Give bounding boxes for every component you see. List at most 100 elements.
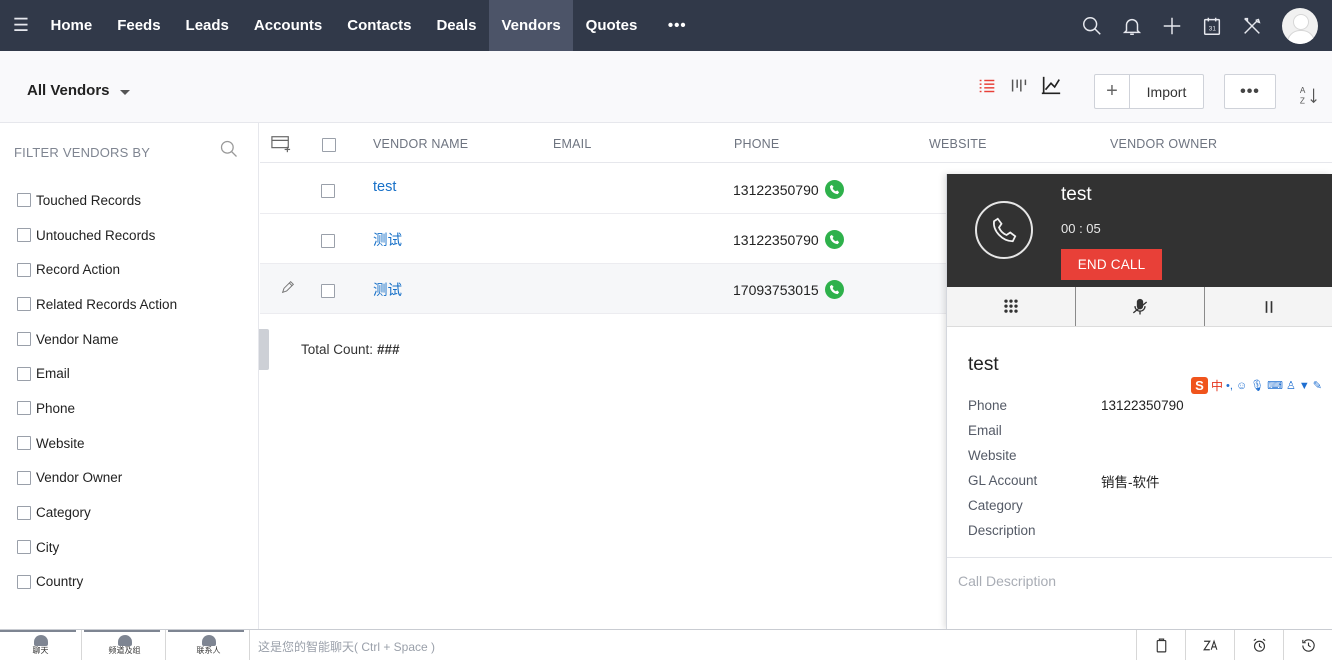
filter-item[interactable]: Email (17, 356, 177, 391)
field-website: Website (968, 443, 1184, 468)
avatar[interactable] (1282, 7, 1318, 44)
nav-tab-leads[interactable]: Leads (173, 0, 241, 51)
filter-checkbox[interactable] (17, 401, 31, 416)
filter-checkbox[interactable] (17, 297, 31, 312)
phone-number[interactable]: 17093753015 (733, 282, 819, 298)
nav-tab-contacts[interactable]: Contacts (335, 0, 424, 51)
column-settings-icon[interactable] (270, 134, 292, 154)
nav-tab-quotes[interactable]: Quotes (573, 0, 650, 51)
chart-view-icon[interactable] (1040, 75, 1062, 97)
filter-item[interactable]: Country (17, 565, 177, 600)
svg-text:A: A (1300, 86, 1306, 95)
mute-button[interactable] (1076, 287, 1205, 326)
filter-checkbox[interactable] (17, 505, 31, 520)
filter-item[interactable]: Website (17, 426, 177, 461)
hold-button[interactable] (1205, 287, 1332, 326)
row-checkbox[interactable] (321, 234, 335, 248)
bell-icon[interactable] (1112, 0, 1152, 51)
phone-call-icon[interactable] (824, 180, 844, 199)
filter-checkbox[interactable] (17, 540, 31, 555)
row-checkbox[interactable] (321, 284, 335, 298)
ime-language-toggle[interactable]: 中 (1211, 377, 1223, 394)
phone-call-icon[interactable] (824, 280, 844, 299)
nav-tab-home[interactable]: Home (38, 0, 105, 51)
calendar-icon[interactable]: 31 (1192, 0, 1232, 51)
nav-more-button[interactable]: ••• (650, 17, 705, 34)
filter-item[interactable]: Vendor Name (17, 322, 177, 357)
filter-checkbox[interactable] (17, 332, 31, 347)
filter-item[interactable]: Phone (17, 391, 177, 426)
ime-keyboard-icon[interactable]: ⌨ (1267, 379, 1283, 392)
ime-skin-icon[interactable]: ▼ (1299, 380, 1310, 392)
chat-bar: 聊天 频道及组 联系人 这是您的智能聊天( Ctrl + Space ) (0, 629, 1332, 660)
ime-mic-icon[interactable]: 🎙 (1250, 379, 1264, 392)
ime-settings-icon[interactable]: ✎ (1313, 379, 1322, 392)
filter-item[interactable]: Category (17, 495, 177, 530)
filter-item[interactable]: Related Records Action (17, 287, 177, 322)
column-header-vendor-name[interactable]: VENDOR NAME (373, 137, 468, 151)
filter-item[interactable]: Touched Records (17, 183, 177, 218)
select-all-checkbox[interactable] (322, 138, 336, 152)
column-header-vendor-owner[interactable]: VENDOR OWNER (1110, 137, 1217, 151)
nav-tab-feeds[interactable]: Feeds (105, 0, 173, 51)
chat-tab[interactable]: 聊天 (0, 630, 82, 660)
edit-icon[interactable] (280, 279, 296, 295)
ime-user-icon[interactable]: ♙ (1286, 379, 1296, 392)
nav-tab-vendors[interactable]: Vendors (488, 0, 574, 51)
filter-item[interactable]: Record Action (17, 252, 177, 287)
plus-icon[interactable]: + (1095, 75, 1130, 108)
vendor-name-link[interactable]: 测试 (373, 279, 402, 300)
filter-label: City (36, 539, 60, 555)
search-icon[interactable] (219, 139, 239, 159)
attach-button[interactable] (1136, 630, 1185, 660)
filter-checkbox[interactable] (17, 574, 31, 589)
filter-checkbox[interactable] (17, 228, 31, 243)
dialpad-button[interactable] (947, 287, 1076, 326)
more-actions-button[interactable]: ••• (1224, 74, 1276, 109)
contacts-tab[interactable]: 联系人 (168, 630, 250, 660)
filter-item[interactable]: Untouched Records (17, 218, 177, 253)
phone-number[interactable]: 13122350790 (733, 182, 819, 198)
filter-item[interactable]: City (17, 530, 177, 565)
field-email: Email (968, 418, 1184, 443)
vendor-name-link[interactable]: test (373, 179, 396, 195)
filter-checkbox[interactable] (17, 436, 31, 451)
phone-call-icon[interactable] (824, 230, 844, 249)
call-description-input[interactable]: Call Description (958, 573, 1056, 589)
filter-sidebar: FILTER VENDORS BY Touched Records Untouc… (0, 123, 259, 629)
ime-punctuation-icon[interactable]: •, (1226, 380, 1233, 392)
hamburger-menu-icon[interactable]: ☰ (0, 15, 38, 36)
filter-checkbox[interactable] (17, 193, 31, 208)
translate-button[interactable] (1185, 630, 1234, 660)
filter-checkbox[interactable] (17, 262, 31, 277)
column-header-website[interactable]: WEBSITE (929, 137, 987, 151)
column-header-phone[interactable]: PHONE (734, 137, 779, 151)
alarm-button[interactable] (1234, 630, 1283, 660)
phone-number[interactable]: 13122350790 (733, 232, 819, 248)
nav-tab-accounts[interactable]: Accounts (241, 0, 334, 51)
channels-tab[interactable]: 频道及组 (84, 630, 166, 660)
sidebar-collapse-handle[interactable] (259, 329, 269, 370)
filter-checkbox[interactable] (17, 470, 31, 485)
search-icon[interactable] (1072, 0, 1112, 51)
pause-icon (1265, 300, 1273, 313)
ime-logo-icon[interactable]: S (1191, 377, 1208, 394)
ime-emoji-icon[interactable]: ☺ (1236, 380, 1247, 392)
nav-tab-deals[interactable]: Deals (424, 0, 489, 51)
view-selector[interactable]: All Vendors (27, 82, 130, 99)
sort-icon[interactable]: AZ (1298, 84, 1320, 106)
history-button[interactable] (1283, 630, 1332, 660)
list-view-icon[interactable] (976, 75, 998, 97)
tools-icon[interactable] (1232, 0, 1272, 51)
kanban-view-icon[interactable] (1008, 75, 1030, 97)
filter-item[interactable]: Vendor Owner (17, 461, 177, 496)
vendor-name-link[interactable]: 测试 (373, 229, 402, 250)
chat-input[interactable]: 这是您的智能聊天( Ctrl + Space ) (258, 638, 435, 655)
import-button[interactable]: + Import (1094, 74, 1204, 109)
column-header-email[interactable]: EMAIL (553, 137, 592, 151)
filter-checkbox[interactable] (17, 366, 31, 381)
plus-icon[interactable] (1152, 0, 1192, 51)
end-call-button[interactable]: END CALL (1061, 249, 1162, 280)
filter-list: Touched Records Untouched Records Record… (17, 183, 177, 599)
row-checkbox[interactable] (321, 184, 335, 198)
